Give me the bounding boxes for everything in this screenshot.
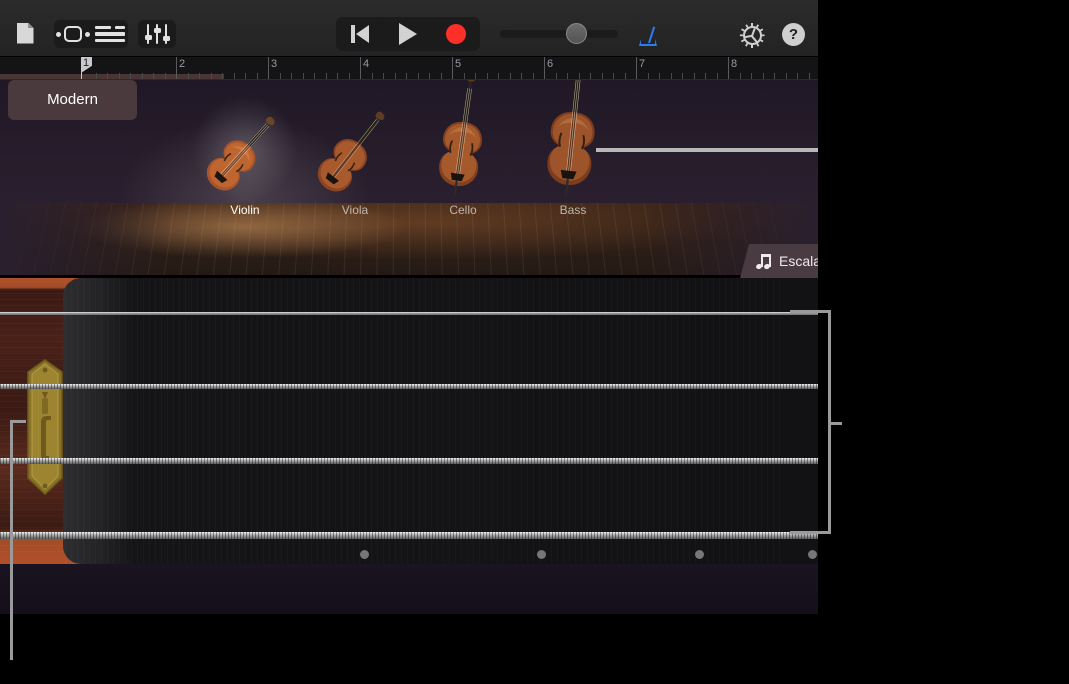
metronome-button[interactable] [636, 23, 660, 47]
help-button[interactable]: ? [782, 23, 805, 46]
cycle-button[interactable] [54, 20, 92, 48]
record-button[interactable] [432, 17, 480, 51]
slider-knob[interactable] [566, 23, 587, 44]
slider-track [500, 30, 618, 38]
mixer-group [138, 20, 176, 48]
ruler-measure-7: 7 [639, 58, 645, 70]
violin-neck [63, 278, 818, 564]
record-icon [446, 24, 466, 44]
position-marker [808, 550, 817, 559]
rewind-icon [351, 25, 355, 43]
transport-controls [336, 17, 480, 51]
instrument-cello-label: Cello [418, 203, 508, 217]
cycle-icon [56, 26, 90, 42]
double-eighth-note-icon [756, 254, 772, 269]
cello-image [418, 80, 508, 200]
ruler-measure-3: 3 [271, 58, 277, 70]
instrument-viola[interactable]: Viola [310, 98, 400, 217]
empty-right-region [818, 0, 1069, 684]
string-g[interactable] [0, 532, 818, 539]
instrument-violin[interactable]: Violin [200, 100, 290, 217]
toolbar-left-group [10, 20, 40, 46]
escala-tab-label: Escala [779, 253, 821, 269]
viola-image [310, 98, 400, 200]
ruler-measure-8: 8 [731, 58, 737, 70]
annotation-leader-horizontal [10, 420, 26, 423]
rewind-button[interactable] [336, 17, 384, 51]
playhead[interactable]: 1 [81, 57, 92, 81]
mixer-button[interactable] [138, 20, 176, 48]
ruler-measure-4: 4 [363, 58, 369, 70]
instrument-bass-label: Bass [526, 203, 620, 217]
play-icon [399, 23, 417, 45]
playhead-measure: 1 [83, 57, 89, 70]
annotation-leader-vertical [10, 420, 13, 660]
settings-button[interactable] [740, 23, 764, 47]
instrument-viola-label: Viola [310, 203, 400, 217]
string-e[interactable] [0, 312, 818, 315]
app-window: ? 2 3 4 5 6 7 8 1 + [0, 0, 1069, 684]
list-icon [95, 26, 125, 42]
brass-tailpiece-icon [22, 358, 68, 498]
metronome-icon [637, 24, 659, 46]
stage-annotation-line [596, 148, 845, 152]
view-toggle-group [54, 20, 128, 48]
document-icon [17, 23, 34, 44]
ruler-measure-5: 5 [455, 58, 461, 70]
empty-bottom-region [0, 614, 818, 684]
new-document-button[interactable] [10, 20, 40, 46]
string-d[interactable] [0, 458, 818, 464]
ruler-measure-6: 6 [547, 58, 553, 70]
annotation-bracket-top [790, 310, 831, 313]
bass-image [526, 80, 620, 200]
preset-chip[interactable]: Modern [8, 80, 137, 120]
gear-icon [741, 24, 764, 47]
fingerboard[interactable] [0, 278, 818, 614]
position-marker [537, 550, 546, 559]
annotation-bracket-tick [828, 422, 842, 425]
ruler-measure-2: 2 [179, 58, 185, 70]
string-a[interactable] [0, 384, 818, 389]
instrument-cello[interactable]: Cello [418, 80, 508, 217]
instrument-violin-label: Violin [200, 203, 290, 217]
annotation-bracket-bottom [790, 531, 831, 534]
fingerboard-shadow [0, 564, 818, 614]
violin-image [200, 100, 290, 200]
toolbar: ? [0, 0, 818, 56]
position-marker [360, 550, 369, 559]
play-button[interactable] [384, 17, 432, 51]
faders-icon [145, 24, 169, 44]
master-slider[interactable] [500, 23, 618, 45]
track-list-button[interactable] [92, 20, 128, 48]
position-marker [695, 550, 704, 559]
stage-floor [0, 203, 818, 275]
timeline-ruler[interactable]: 2 3 4 5 6 7 8 1 [0, 56, 818, 80]
